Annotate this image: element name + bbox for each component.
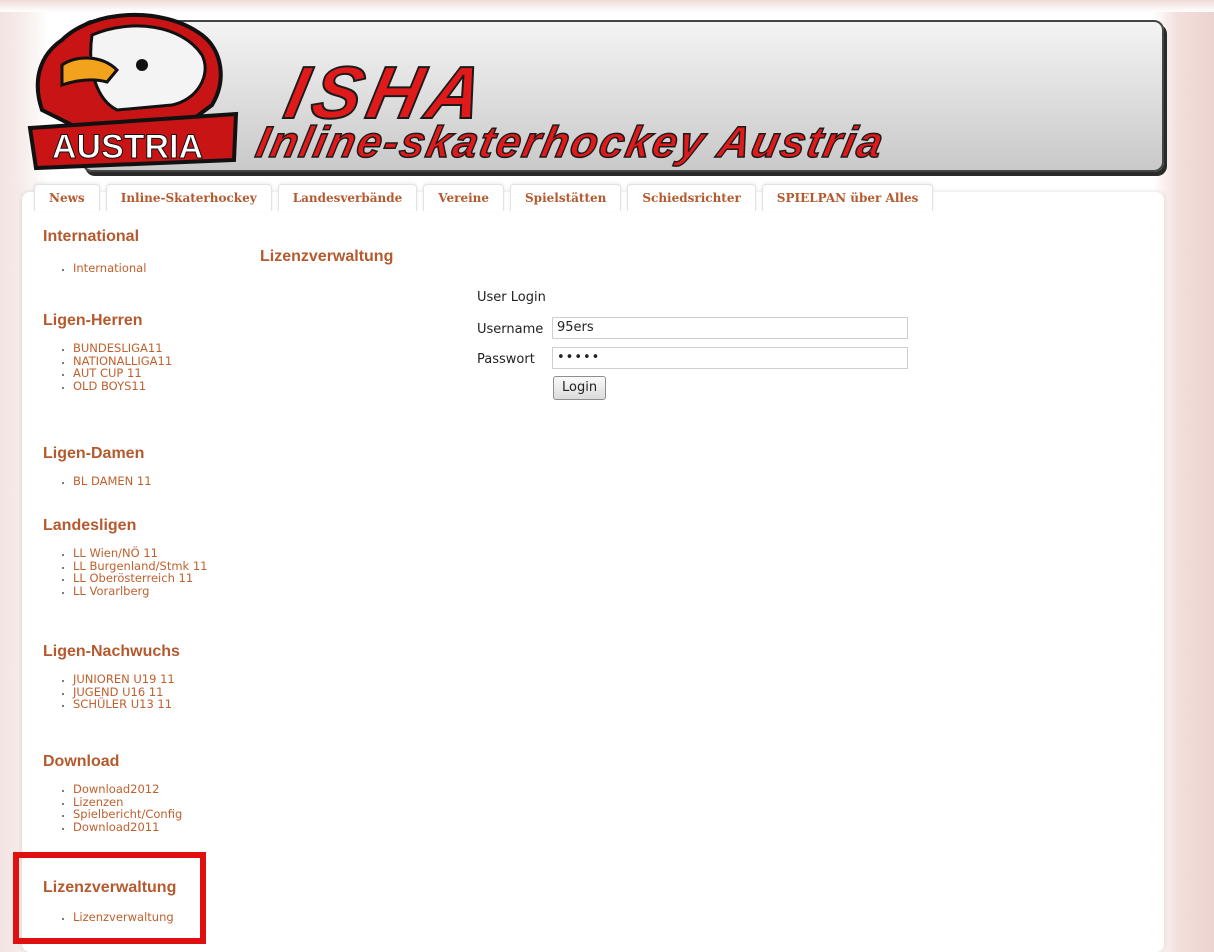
- sidebar-link-ll-oberoesterreich[interactable]: LL Oberösterreich 11: [73, 572, 243, 585]
- sidebar-section-title: Ligen-Damen: [43, 445, 145, 462]
- sidebar-section-landesligen: Landesligen LL Wien/NÖ 11 LL Burgenland/…: [43, 517, 243, 643]
- sidebar-section-title: Landesligen: [43, 517, 137, 534]
- sidebar-link-bl-damen-11[interactable]: BL DAMEN 11: [73, 475, 243, 488]
- logo-text: AUSTRIA: [52, 128, 203, 166]
- sidebar-link-junioren-u19[interactable]: JUNIOREN U19 11: [73, 673, 243, 686]
- banner-subtitle: Inline-skaterhockey Austria: [251, 117, 890, 168]
- sidebar-section-ligen-herren: Ligen-Herren BUNDESLIGA11 NATIONALLIGA11…: [43, 312, 243, 445]
- tab-spielstaetten[interactable]: Spielstätten: [510, 184, 622, 211]
- sidebar-link-spielbericht-config[interactable]: Spielbericht/Config: [73, 808, 243, 821]
- username-label: Username: [477, 322, 544, 337]
- sidebar-link-bundesliga11[interactable]: BUNDESLIGA11: [73, 342, 243, 355]
- tab-news[interactable]: News: [34, 184, 100, 211]
- login-heading: User Login: [477, 290, 546, 305]
- sidebar-section-title: Download: [43, 753, 120, 770]
- sidebar-link-download2012[interactable]: Download2012: [73, 783, 243, 796]
- sidebar-section-title: Ligen-Herren: [43, 312, 143, 329]
- main-nav-tabs: News Inline-Skaterhockey Landesverbände …: [34, 184, 934, 211]
- password-input[interactable]: •••••: [552, 347, 908, 369]
- tab-spielplan[interactable]: SPIELPAN über Alles: [761, 184, 934, 211]
- password-label: Passwort: [477, 352, 535, 367]
- tab-schiedsrichter[interactable]: Schiedsrichter: [627, 184, 756, 211]
- highlight-box: [13, 852, 206, 944]
- username-input[interactable]: 95ers: [552, 317, 908, 339]
- sidebar-link-schueler-u13[interactable]: SCHÜLER U13 11: [73, 698, 243, 711]
- sidebar-section-ligen-damen: Ligen-Damen BL DAMEN 11: [43, 445, 243, 517]
- login-button[interactable]: Login: [553, 376, 607, 400]
- tab-inline-skaterhockey[interactable]: Inline-Skaterhockey: [105, 184, 272, 211]
- sidebar-link-aut-cup-11[interactable]: AUT CUP 11: [73, 367, 243, 380]
- sidebar-section-international: International International: [43, 228, 243, 312]
- sidebar-link-old-boys11[interactable]: OLD BOYS11: [73, 379, 243, 393]
- eagle-logo[interactable]: AUSTRIA: [22, 10, 252, 180]
- site-banner: AUSTRIA ISHA Inline-skaterhockey Austria: [22, 12, 1164, 172]
- page-title: Lizenzverwaltung: [260, 248, 394, 265]
- sidebar-section-ligen-nachwuchs: Ligen-Nachwuchs JUNIOREN U19 11 JUGEND U…: [43, 643, 243, 753]
- sidebar-link-international[interactable]: International: [73, 262, 243, 275]
- sidebar-link-download2011[interactable]: Download2011: [73, 820, 243, 834]
- sidebar-link-ll-wien-noe[interactable]: LL Wien/NÖ 11: [73, 547, 243, 560]
- sidebar-section-title: Ligen-Nachwuchs: [43, 643, 180, 660]
- tab-vereine[interactable]: Vereine: [423, 184, 505, 211]
- sidebar: International International Ligen-Herren…: [43, 228, 243, 924]
- sidebar-link-ll-vorarlberg[interactable]: LL Vorarlberg: [73, 584, 243, 598]
- sidebar-section-title: International: [43, 228, 140, 245]
- tab-landesverbaende[interactable]: Landesverbände: [277, 184, 418, 211]
